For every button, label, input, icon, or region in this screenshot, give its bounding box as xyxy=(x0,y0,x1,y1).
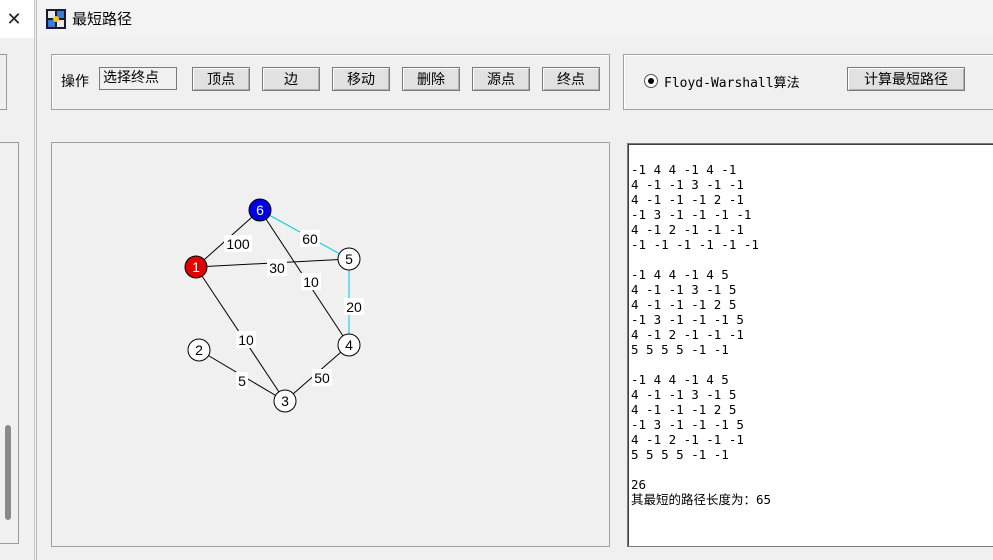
graph-drawing[interactable]: 100 30 10 60 10 20 5 50 1 2 3 4 5 6 xyxy=(52,143,609,546)
title-bar: 最短路径 xyxy=(37,0,993,38)
background-window-scrollbar[interactable] xyxy=(5,425,11,520)
operation-label: 操作 xyxy=(61,74,89,90)
edge-weight-label: 100 xyxy=(226,236,250,252)
result-value: 26 xyxy=(631,477,647,492)
delete-button[interactable]: 删除 xyxy=(402,67,460,91)
matrix-output: -1 4 4 -1 4 -1 4 -1 -1 3 -1 -1 4 -1 -1 -… xyxy=(631,162,759,462)
background-window-panel xyxy=(0,54,7,110)
vertex-label-1: 1 xyxy=(192,259,200,275)
background-window: ✕ xyxy=(0,0,35,560)
close-icon[interactable]: ✕ xyxy=(4,9,24,29)
edge-weight-label: 60 xyxy=(302,231,318,247)
target-button[interactable]: 终点 xyxy=(542,67,600,91)
output-textbox[interactable]: -1 4 4 -1 4 -1 4 -1 -1 3 -1 -1 4 -1 -1 -… xyxy=(627,143,993,547)
result-text: 其最短的路径长度为：65 xyxy=(631,492,772,507)
edge-weight-label: 50 xyxy=(314,370,330,386)
vertex-label-6: 6 xyxy=(256,202,264,218)
edge-weight-label: 10 xyxy=(303,274,319,290)
window-title: 最短路径 xyxy=(72,10,133,28)
vertex-label-2: 2 xyxy=(195,342,203,358)
result-summary: 26 其最短的路径长度为：65 xyxy=(631,477,771,507)
edge-weight-label: 5 xyxy=(238,373,246,389)
app-icon xyxy=(46,9,66,29)
source-button[interactable]: 源点 xyxy=(472,67,530,91)
main-window: 最短路径 操作 选择终点 顶点 边 移动 删除 源点 终点 Floyd-Wars… xyxy=(36,0,993,560)
floyd-warshall-radio[interactable] xyxy=(644,74,658,88)
floyd-warshall-label[interactable]: Floyd-Warshall算法 xyxy=(664,72,800,91)
operation-mode-display: 选择终点 xyxy=(99,67,177,90)
edge-button[interactable]: 边 xyxy=(262,67,320,91)
edge-weight-label: 10 xyxy=(238,332,254,348)
radio-selected-dot xyxy=(648,78,654,84)
edge-weight-label: 20 xyxy=(346,299,362,315)
compute-shortest-path-button[interactable]: 计算最短路径 xyxy=(847,67,965,91)
graph-canvas[interactable]: 100 30 10 60 10 20 5 50 1 2 3 4 5 6 xyxy=(51,142,610,547)
vertex-label-3: 3 xyxy=(281,393,289,409)
vertex-label-5: 5 xyxy=(345,251,353,267)
move-button[interactable]: 移动 xyxy=(332,67,390,91)
vertex-button[interactable]: 顶点 xyxy=(192,67,250,91)
vertex-label-4: 4 xyxy=(345,337,353,353)
edge-weight-label: 30 xyxy=(269,260,285,276)
